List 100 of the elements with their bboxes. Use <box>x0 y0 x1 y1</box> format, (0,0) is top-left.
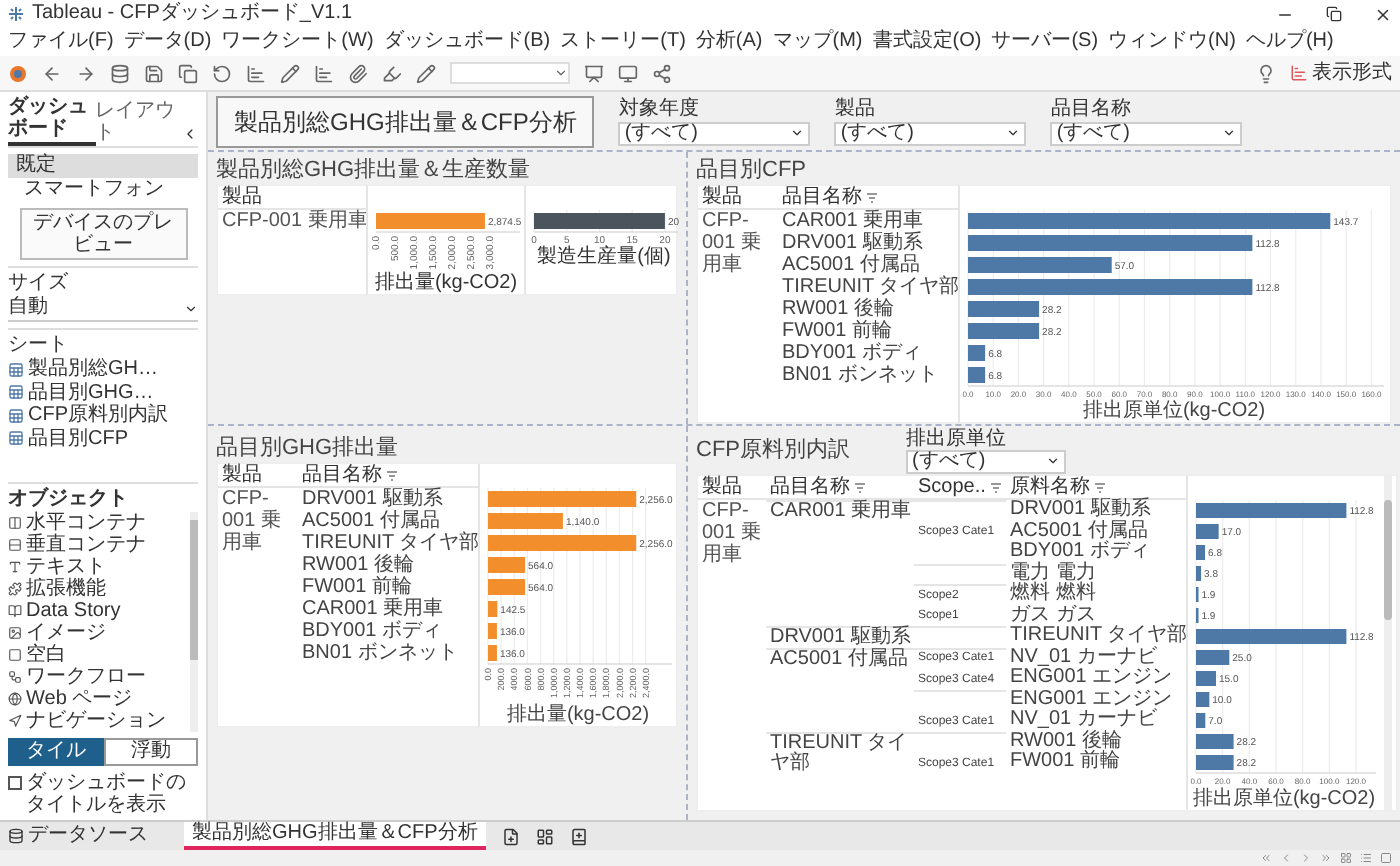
layout-toggle[interactable]: 浮動 <box>103 738 198 766</box>
size-dropdown[interactable]: 自動 <box>8 296 198 322</box>
close-icon[interactable] <box>1374 5 1392 23</box>
menu-item[interactable]: ウィンドウ(N) <box>1108 30 1236 54</box>
menu-item[interactable]: サーバー(S) <box>991 30 1099 54</box>
pencil-icon[interactable] <box>280 63 300 83</box>
category-label: CAR001 乗用車 <box>780 210 926 232</box>
presentation-icon[interactable] <box>584 63 604 83</box>
column-header: 品目名称 <box>782 186 862 208</box>
object-item[interactable]: イメージ <box>26 622 106 644</box>
sort-icon[interactable] <box>386 469 398 481</box>
object-item[interactable]: 空白 <box>26 644 66 666</box>
text-icon <box>8 560 22 574</box>
chevron-down-icon <box>1006 126 1021 140</box>
material-label: DRV001 駆動系 <box>1010 500 1153 520</box>
filter-dropdown[interactable]: (すべて) <box>1050 121 1243 145</box>
layout-toggle[interactable]: タイル <box>8 738 103 766</box>
square-icon <box>8 648 22 662</box>
filter-dropdown[interactable]: (すべて) <box>618 121 811 145</box>
rotate-icon[interactable] <box>212 63 232 83</box>
category-label: BDY001 ボディ <box>300 620 445 642</box>
sort-icon[interactable] <box>854 481 866 493</box>
sort-icon[interactable] <box>1094 481 1106 493</box>
menu-item[interactable]: 分析(A) <box>695 30 763 54</box>
sheet-item[interactable]: 製品別総GH… <box>28 358 158 381</box>
axis-title: 排出原単位(kg-CO2) <box>1192 787 1376 809</box>
globe-icon <box>8 692 22 706</box>
format-button[interactable]: 表示形式 <box>1290 61 1392 85</box>
device-item[interactable]: 既定 <box>8 154 198 178</box>
dashboard-icon[interactable] <box>535 827 554 845</box>
object-item[interactable]: ワークフロー <box>26 666 146 688</box>
first-page-icon[interactable] <box>1260 852 1272 864</box>
bar-chart-icon <box>1290 64 1308 82</box>
chevron-down-icon <box>554 66 568 80</box>
share-icon[interactable] <box>652 63 672 83</box>
save-icon[interactable] <box>144 63 164 83</box>
sort-icon[interactable] <box>989 481 1002 493</box>
category-label: FW001 前輪 <box>780 320 895 342</box>
scrollbar[interactable] <box>1384 476 1392 809</box>
filter-dropdown[interactable]: (すべて) <box>906 449 1066 473</box>
sheet-item[interactable]: 品目別GHG… <box>28 381 154 404</box>
product-label: CFP-001 乗用車 <box>702 210 763 276</box>
item-label: AC5001 付属品 <box>770 649 910 670</box>
filter-label: 製品 <box>834 97 877 119</box>
menu-item[interactable]: ダッシュボード(B) <box>383 30 551 54</box>
restore-icon[interactable] <box>1326 6 1342 22</box>
menu-item[interactable]: データ(D) <box>123 30 212 54</box>
sort-icon[interactable] <box>866 191 878 203</box>
pencil-icon[interactable] <box>416 63 436 83</box>
sheet-item[interactable]: 品目別CFP <box>28 427 128 450</box>
list-icon[interactable] <box>1360 852 1372 864</box>
object-item[interactable]: Data Story <box>26 600 121 622</box>
bar <box>968 257 1112 273</box>
filter-label: 対象年度 <box>618 97 701 119</box>
device-item[interactable]: スマートフォン <box>8 178 198 202</box>
paperclip-icon[interactable] <box>348 63 368 83</box>
menu-item[interactable]: ストーリー(T) <box>560 30 686 54</box>
grid-icon[interactable] <box>1340 852 1352 864</box>
monitor-icon[interactable] <box>618 63 638 83</box>
checkbox[interactable] <box>8 776 22 790</box>
sheet-tab[interactable]: データソース <box>28 824 148 848</box>
file-plus-icon[interactable] <box>501 827 520 845</box>
chart-title: CFP原料別内訳 <box>694 436 852 464</box>
material-label: 電力 電力 <box>1010 563 1098 583</box>
menu-item[interactable]: ファイル(F) <box>8 30 114 54</box>
sheet-tab[interactable]: 製品別総GHG排出量＆CFP分析 <box>184 822 486 850</box>
back-icon[interactable] <box>42 63 62 83</box>
object-item[interactable]: テキスト <box>26 556 106 578</box>
section-title: シート <box>8 334 70 357</box>
panel-tab[interactable]: ダッシュボード <box>8 96 96 146</box>
database-icon[interactable] <box>110 63 130 83</box>
bar <box>488 623 497 639</box>
scrollbar[interactable] <box>190 512 198 732</box>
logo-icon[interactable] <box>8 63 28 83</box>
preview-button[interactable]: デバイスのプレビュー <box>19 208 187 260</box>
lightbulb-icon[interactable] <box>1256 63 1276 83</box>
last-page-icon[interactable] <box>1320 852 1332 864</box>
copy-icon[interactable] <box>178 63 198 83</box>
object-item[interactable]: Web ページ <box>26 688 133 710</box>
bar-chart-icon[interactable] <box>314 63 334 83</box>
menu-item[interactable]: ヘルプ(H) <box>1245 30 1334 54</box>
panel-tab[interactable]: レイアウト <box>95 100 183 146</box>
bar <box>1196 734 1234 749</box>
book-plus-icon[interactable] <box>569 827 588 845</box>
object-item[interactable]: 拡張機能 <box>26 578 106 600</box>
bar <box>488 579 526 595</box>
menu-item[interactable]: マップ(M) <box>772 30 863 54</box>
object-item[interactable]: 垂直コンテナ <box>26 534 146 556</box>
menu-item[interactable]: ワークシート(W) <box>221 30 374 54</box>
menu-item[interactable]: 書式設定(O) <box>872 30 982 54</box>
sheet-item[interactable]: CFP原料別内訳 <box>28 404 168 427</box>
category-label: DRV001 駆動系 <box>780 232 925 254</box>
object-item[interactable]: ナビゲーション <box>26 710 166 732</box>
object-item[interactable]: 水平コンテナ <box>26 512 146 534</box>
highlighter-icon[interactable] <box>382 63 402 83</box>
filter-dropdown[interactable]: (すべて) <box>834 121 1027 145</box>
bar-chart-icon[interactable] <box>246 63 266 83</box>
forward-icon[interactable] <box>76 63 96 83</box>
square-icon[interactable] <box>1380 852 1392 864</box>
category-label: TIREUNIT タイヤ部 <box>300 532 478 554</box>
